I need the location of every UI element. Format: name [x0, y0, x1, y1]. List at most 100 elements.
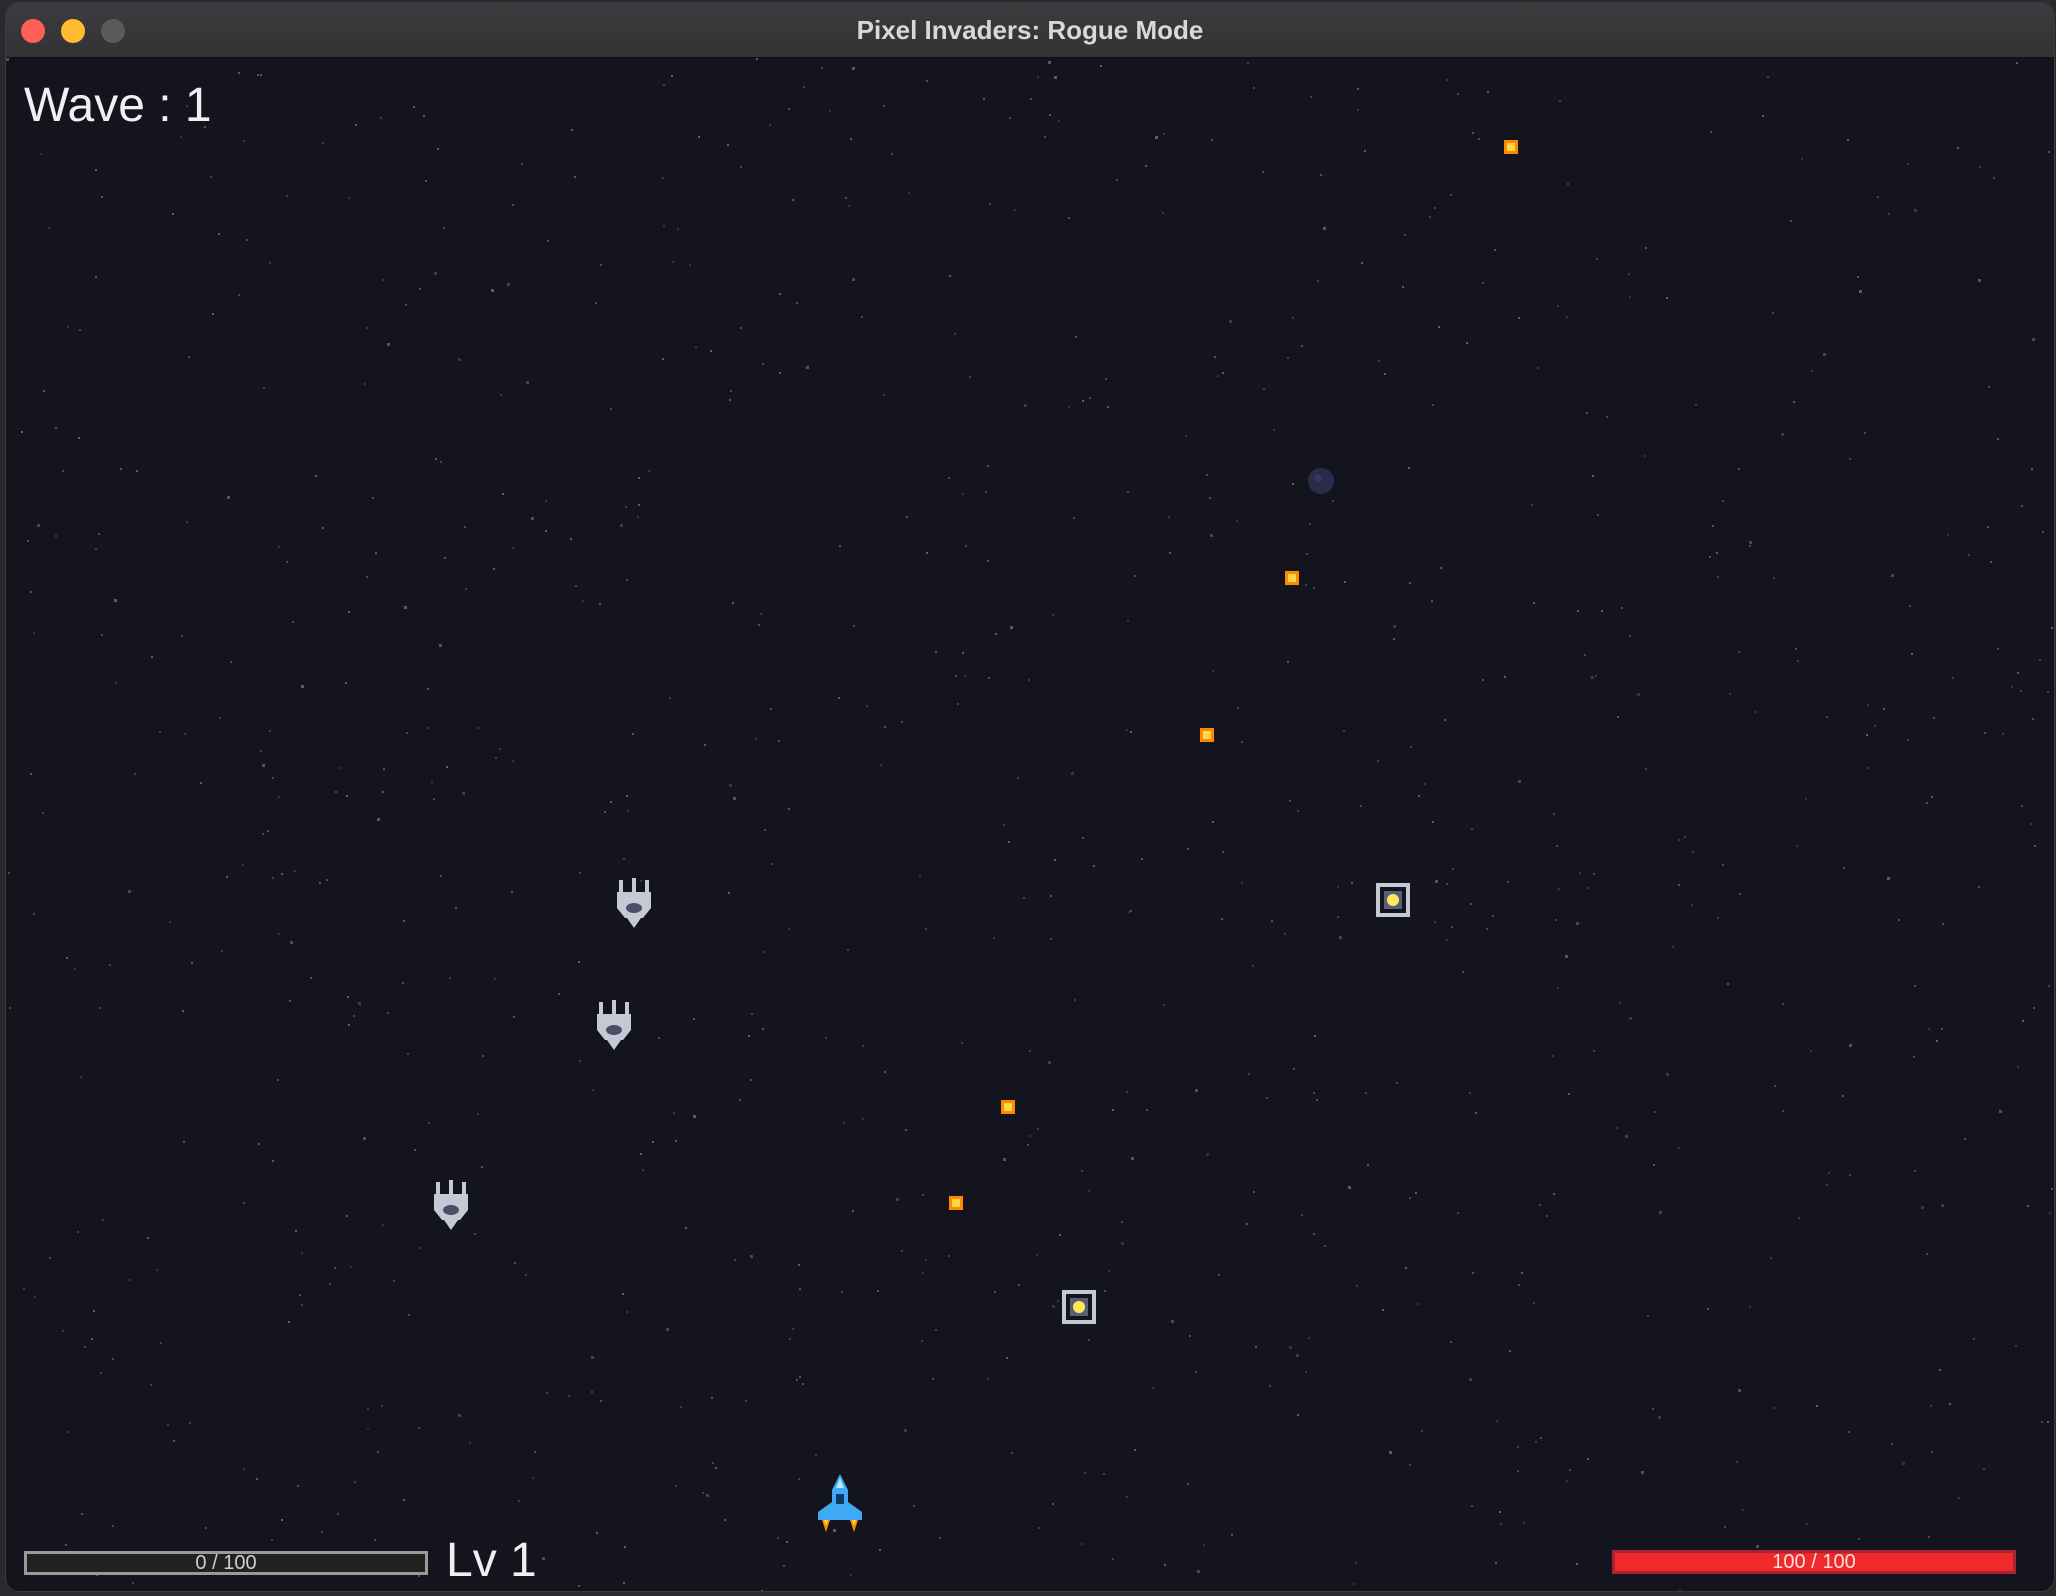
- star: [993, 937, 995, 939]
- star: [393, 1280, 395, 1282]
- star: [1003, 1158, 1006, 1161]
- star: [1710, 131, 1712, 133]
- star: [260, 750, 262, 752]
- star: [62, 470, 64, 472]
- star: [1738, 651, 1740, 653]
- star: [658, 1037, 660, 1039]
- star: [67, 1431, 69, 1433]
- star: [1979, 166, 1981, 168]
- star: [695, 346, 697, 348]
- star: [1811, 370, 1813, 372]
- star: [1310, 96, 1312, 98]
- star: [710, 350, 712, 352]
- star: [281, 1519, 283, 1521]
- star: [591, 1356, 594, 1359]
- star: [1749, 1306, 1751, 1308]
- star: [1679, 1590, 1681, 1591]
- star: [1209, 497, 1211, 499]
- star: [403, 920, 405, 922]
- star: [354, 1481, 356, 1483]
- star: [648, 470, 650, 472]
- star: [1533, 1302, 1535, 1304]
- star: [1351, 882, 1353, 884]
- star: [189, 1422, 191, 1424]
- star: [1305, 584, 1307, 586]
- star: [1907, 163, 1909, 165]
- enemy-bullet: [1504, 140, 1518, 154]
- star: [418, 1575, 420, 1577]
- star: [1450, 194, 1452, 196]
- star: [926, 80, 928, 82]
- star: [1887, 877, 1890, 880]
- star: [558, 993, 560, 995]
- star: [1049, 114, 1051, 116]
- star: [1108, 1270, 1110, 1272]
- star: [964, 675, 966, 677]
- star: [1103, 1473, 1105, 1475]
- star: [1517, 1470, 1519, 1472]
- star: [387, 343, 390, 346]
- star: [404, 606, 407, 609]
- star: [243, 140, 245, 142]
- star: [1928, 1028, 1930, 1030]
- star: [1984, 732, 1986, 734]
- star: [1902, 1462, 1905, 1465]
- star: [1913, 1056, 1915, 1058]
- star: [1134, 1449, 1136, 1451]
- star: [1126, 1091, 1128, 1093]
- star: [595, 302, 597, 304]
- star: [482, 1055, 484, 1057]
- star: [292, 621, 294, 623]
- star: [1596, 258, 1598, 260]
- star: [2017, 672, 2019, 674]
- player-ship[interactable]: [812, 1472, 868, 1536]
- star: [513, 1016, 515, 1018]
- star: [1417, 1303, 1419, 1305]
- star: [2034, 845, 2036, 847]
- star: [132, 1582, 134, 1584]
- dark-planet: [1308, 468, 1334, 494]
- star: [921, 1340, 923, 1342]
- star: [491, 289, 494, 292]
- star: [1010, 626, 1013, 629]
- star: [55, 535, 57, 537]
- star: [34, 1296, 36, 1298]
- star: [769, 124, 771, 126]
- star: [1826, 716, 1828, 718]
- star: [1100, 65, 1102, 67]
- star: [455, 907, 457, 909]
- star: [338, 767, 340, 769]
- star: [200, 782, 202, 784]
- star: [112, 1358, 114, 1360]
- star: [2041, 1421, 2043, 1423]
- star: [908, 192, 910, 194]
- star: [675, 1140, 677, 1142]
- star: [1749, 541, 1752, 544]
- star: [1168, 516, 1170, 518]
- star: [1241, 882, 1243, 884]
- star: [1313, 1092, 1315, 1094]
- star: [500, 394, 502, 396]
- star: [925, 928, 927, 930]
- star: [1957, 147, 1959, 149]
- star: [1947, 534, 1949, 536]
- star: [40, 153, 42, 155]
- star: [1057, 1300, 1059, 1302]
- star: [23, 1288, 25, 1290]
- star: [575, 585, 577, 587]
- star: [1666, 297, 1668, 299]
- star: [1415, 1192, 1417, 1194]
- star: [1237, 707, 1239, 709]
- star: [290, 941, 293, 944]
- star: [1068, 406, 1070, 408]
- game-canvas[interactable]: Wave : 1 0 / 100 Lv 1 100 / 100: [6, 58, 2054, 1591]
- star: [1509, 1350, 1511, 1352]
- star: [1652, 1408, 1654, 1410]
- star: [838, 697, 840, 699]
- star: [1357, 109, 1359, 111]
- star: [2047, 1421, 2049, 1423]
- star: [1435, 880, 1438, 883]
- star: [109, 964, 111, 966]
- star: [1068, 217, 1070, 219]
- star: [243, 1468, 245, 1470]
